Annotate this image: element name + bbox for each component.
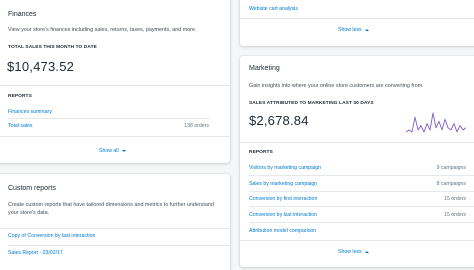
report-link[interactable]: Conversion by last interaction	[249, 212, 317, 218]
report-link[interactable]: Finances summary	[8, 109, 52, 115]
divider	[240, 142, 474, 143]
report-count: 8 campaigns	[436, 181, 466, 187]
report-link[interactable]: Total sales	[8, 123, 33, 129]
report-link[interactable]: Sales by marketing campaign	[249, 181, 317, 187]
row-divider	[249, 206, 474, 207]
row-divider	[8, 118, 209, 119]
divider	[240, 240, 474, 241]
marketing-card: Marketing Gain insights into where your …	[240, 56, 474, 267]
show-less-button[interactable]: Show less	[338, 27, 369, 33]
report-row-total-sales[interactable]: Total sales 138 orders	[8, 120, 209, 132]
chevron-up-icon	[364, 251, 369, 253]
total-sales-value: $10,473.52	[7, 59, 75, 74]
custom-reports-description: Create custom reports that have tailored…	[8, 202, 214, 216]
divider	[240, 18, 474, 19]
divider	[0, 228, 230, 229]
finances-card: Finances View your store's finances incl…	[0, 0, 230, 163]
marketing-description: Gain insights into where your online sto…	[249, 83, 424, 89]
finances-reports-label: REPORTS	[8, 94, 32, 99]
show-all-label: Show all	[99, 148, 119, 154]
finances-description: View your store's finances including sal…	[8, 27, 197, 33]
reports-section-card: Website cart analysis Show less	[240, 0, 474, 46]
report-count: 15 orders	[444, 212, 466, 218]
report-row-attribution-comparison[interactable]: Attribution model comparison	[249, 225, 466, 237]
marketing-sales-label: SALES ATTRIBUTED TO MARKETING LAST 30 DA…	[249, 101, 374, 106]
marketing-reports-label: REPORTS	[249, 150, 273, 155]
website-cart-analysis-link[interactable]: Website cart analysis	[249, 6, 298, 12]
custom-report-link[interactable]: Sales Report - 03/02/17	[8, 250, 63, 256]
total-sales-label: TOTAL SALES THIS MONTH TO DATE	[8, 45, 97, 50]
divider	[0, 136, 230, 137]
show-less-button[interactable]: Show less	[338, 249, 369, 255]
row-divider	[249, 191, 474, 192]
finances-title: Finances	[8, 11, 37, 18]
divider	[0, 85, 230, 86]
report-link[interactable]: Visitors by marketing campaign	[249, 165, 321, 171]
show-less-label: Show less	[338, 249, 362, 255]
show-less-label: Show less	[338, 27, 362, 33]
report-link[interactable]: Conversion by first interaction	[249, 196, 317, 202]
report-row-sales-by-campaign[interactable]: Sales by marketing campaign 8 campaigns	[249, 178, 466, 190]
marketing-sales-value: $2,678.84	[249, 113, 309, 128]
chevron-down-icon	[121, 150, 126, 152]
report-count: 138 orders	[184, 123, 209, 129]
report-row-conversion-last[interactable]: Conversion by last interaction 15 orders	[249, 209, 466, 221]
report-row-finances-summary[interactable]: Finances summary	[8, 106, 209, 118]
report-count: 9 campaigns	[436, 165, 466, 171]
report-link[interactable]: Attribution model comparison	[249, 228, 316, 234]
custom-report-link[interactable]: Copy of Conversion by last interaction	[8, 233, 95, 239]
chevron-up-icon	[364, 29, 369, 31]
marketing-title: Marketing	[249, 65, 280, 72]
row-divider	[249, 175, 474, 176]
report-count: 15 orders	[444, 196, 466, 202]
row-divider	[249, 222, 474, 223]
sparkline-path	[406, 112, 466, 133]
report-row-visitors-by-campaign[interactable]: Visitors by marketing campaign 9 campaig…	[249, 162, 466, 174]
report-row-conversion-first[interactable]: Conversion by first interaction 15 order…	[249, 193, 466, 205]
custom-reports-title: Custom reports	[8, 185, 56, 192]
sales-sparkline	[406, 112, 466, 133]
custom-reports-card: Custom reports Create custom reports tha…	[0, 174, 230, 270]
row-divider	[8, 245, 230, 246]
show-all-button[interactable]: Show all	[99, 148, 126, 154]
